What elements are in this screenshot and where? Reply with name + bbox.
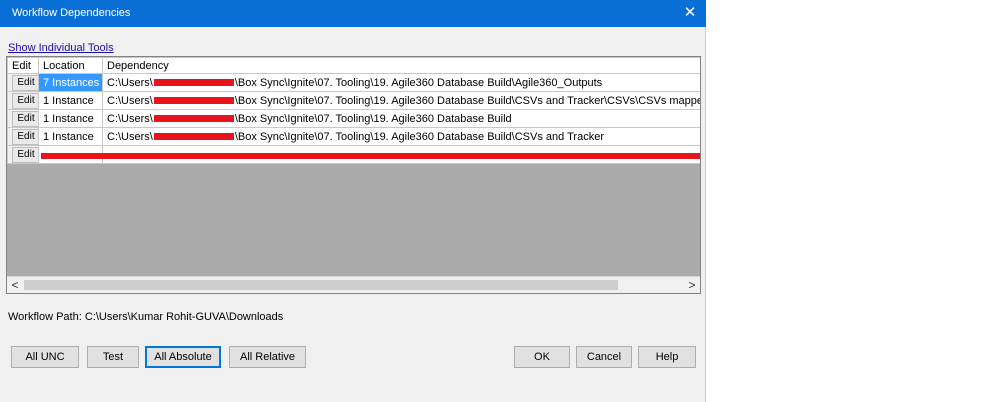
dependencies-grid[interactable]: Edit Location Dependency Edit 7 Instance… — [6, 56, 701, 294]
location-cell[interactable]: 7 Instances — [38, 73, 103, 92]
table-row[interactable]: Edit 1 Instance C:\Users\ \Box Sync\Ignit… — [7, 91, 700, 110]
dependency-cell[interactable]: C:\Users\ \Box Sync\Ignite\07. Tooling\19… — [102, 109, 700, 128]
workflow-path-label: Workflow Path: C:\Users\Kumar Rohit-GUVA… — [8, 311, 284, 323]
location-cell[interactable]: 1 Instance — [38, 127, 103, 146]
help-button[interactable]: Help — [638, 346, 696, 368]
table-header-row: Edit Location Dependency — [7, 57, 700, 74]
horizontal-scrollbar[interactable]: < > — [7, 276, 700, 293]
dependency-cell[interactable]: C:\Users\ \Box Sync\Ignite\07. Tooling\19… — [102, 127, 700, 146]
dependency-suffix: \Box Sync\Ignite\07. Tooling\19. Agile36… — [234, 76, 603, 89]
dependency-suffix: \Box Sync\Ignite\07. Tooling\19. Agile36… — [234, 112, 512, 125]
dependency-prefix: C:\Users\ — [107, 76, 153, 89]
scroll-right-icon[interactable]: > — [684, 277, 700, 293]
cancel-button[interactable]: Cancel — [576, 346, 632, 368]
show-individual-tools-link[interactable]: Show Individual Tools — [8, 42, 114, 54]
all-absolute-button[interactable]: All Absolute — [145, 346, 221, 368]
all-relative-button[interactable]: All Relative — [229, 346, 306, 368]
window-title: Workflow Dependencies — [12, 7, 131, 19]
ok-button[interactable]: OK — [514, 346, 570, 368]
dependency-prefix: C:\Users\ — [107, 130, 153, 143]
redaction-bar — [153, 97, 234, 105]
location-cell[interactable]: 1 Instance — [38, 109, 103, 128]
scroll-left-icon[interactable]: < — [7, 277, 23, 293]
table-row[interactable]: Edit 1 Instance C:\Users\ \Box Sync\Ignit… — [7, 127, 700, 146]
dependency-suffix: \Box Sync\Ignite\07. Tooling\19. Agile36… — [234, 130, 604, 143]
header-edit: Edit — [7, 57, 39, 74]
table-row[interactable]: Edit 7 Instances C:\Users\ \Box Sync\Igni… — [7, 73, 700, 92]
workflow-dependencies-dialog: Workflow Dependencies ✕ Show Individual … — [0, 0, 706, 402]
dependencies-table: Edit Location Dependency Edit 7 Instance… — [7, 57, 700, 164]
dependency-cell[interactable]: C:\Users\ \Box Sync\Ignite\07. Tooling\19… — [102, 73, 700, 92]
header-dependency: Dependency — [102, 57, 700, 74]
table-row[interactable]: Edit 1 Instance C:\Users\ \Box Sync\Ignit… — [7, 109, 700, 128]
all-unc-button[interactable]: All UNC — [11, 346, 79, 368]
close-icon[interactable]: ✕ — [680, 3, 700, 23]
redaction-bar — [153, 115, 234, 123]
dependency-cell[interactable]: C:\Users\ \Box Sync\Ignite\07. Tooling\19… — [102, 91, 700, 110]
edit-button[interactable]: Edit — [12, 110, 38, 127]
edit-button[interactable]: Edit — [12, 128, 38, 145]
dependency-suffix: \Box Sync\Ignite\07. Tooling\19. Agile36… — [234, 94, 700, 107]
title-bar: Workflow Dependencies ✕ — [0, 0, 706, 27]
edit-button[interactable]: Edit — [12, 92, 38, 109]
dependency-prefix: C:\Users\ — [107, 94, 153, 107]
redaction-bar — [153, 133, 234, 141]
test-button[interactable]: Test — [87, 346, 139, 368]
scrollbar-thumb[interactable] — [24, 280, 618, 290]
dependency-prefix: C:\Users\ — [107, 112, 153, 125]
redaction-bar — [153, 79, 234, 87]
location-cell[interactable]: 1 Instance — [38, 91, 103, 110]
header-location: Location — [38, 57, 103, 74]
edit-button[interactable]: Edit — [12, 74, 38, 91]
redaction-bar — [41, 153, 700, 159]
edit-button[interactable]: Edit — [12, 146, 38, 163]
